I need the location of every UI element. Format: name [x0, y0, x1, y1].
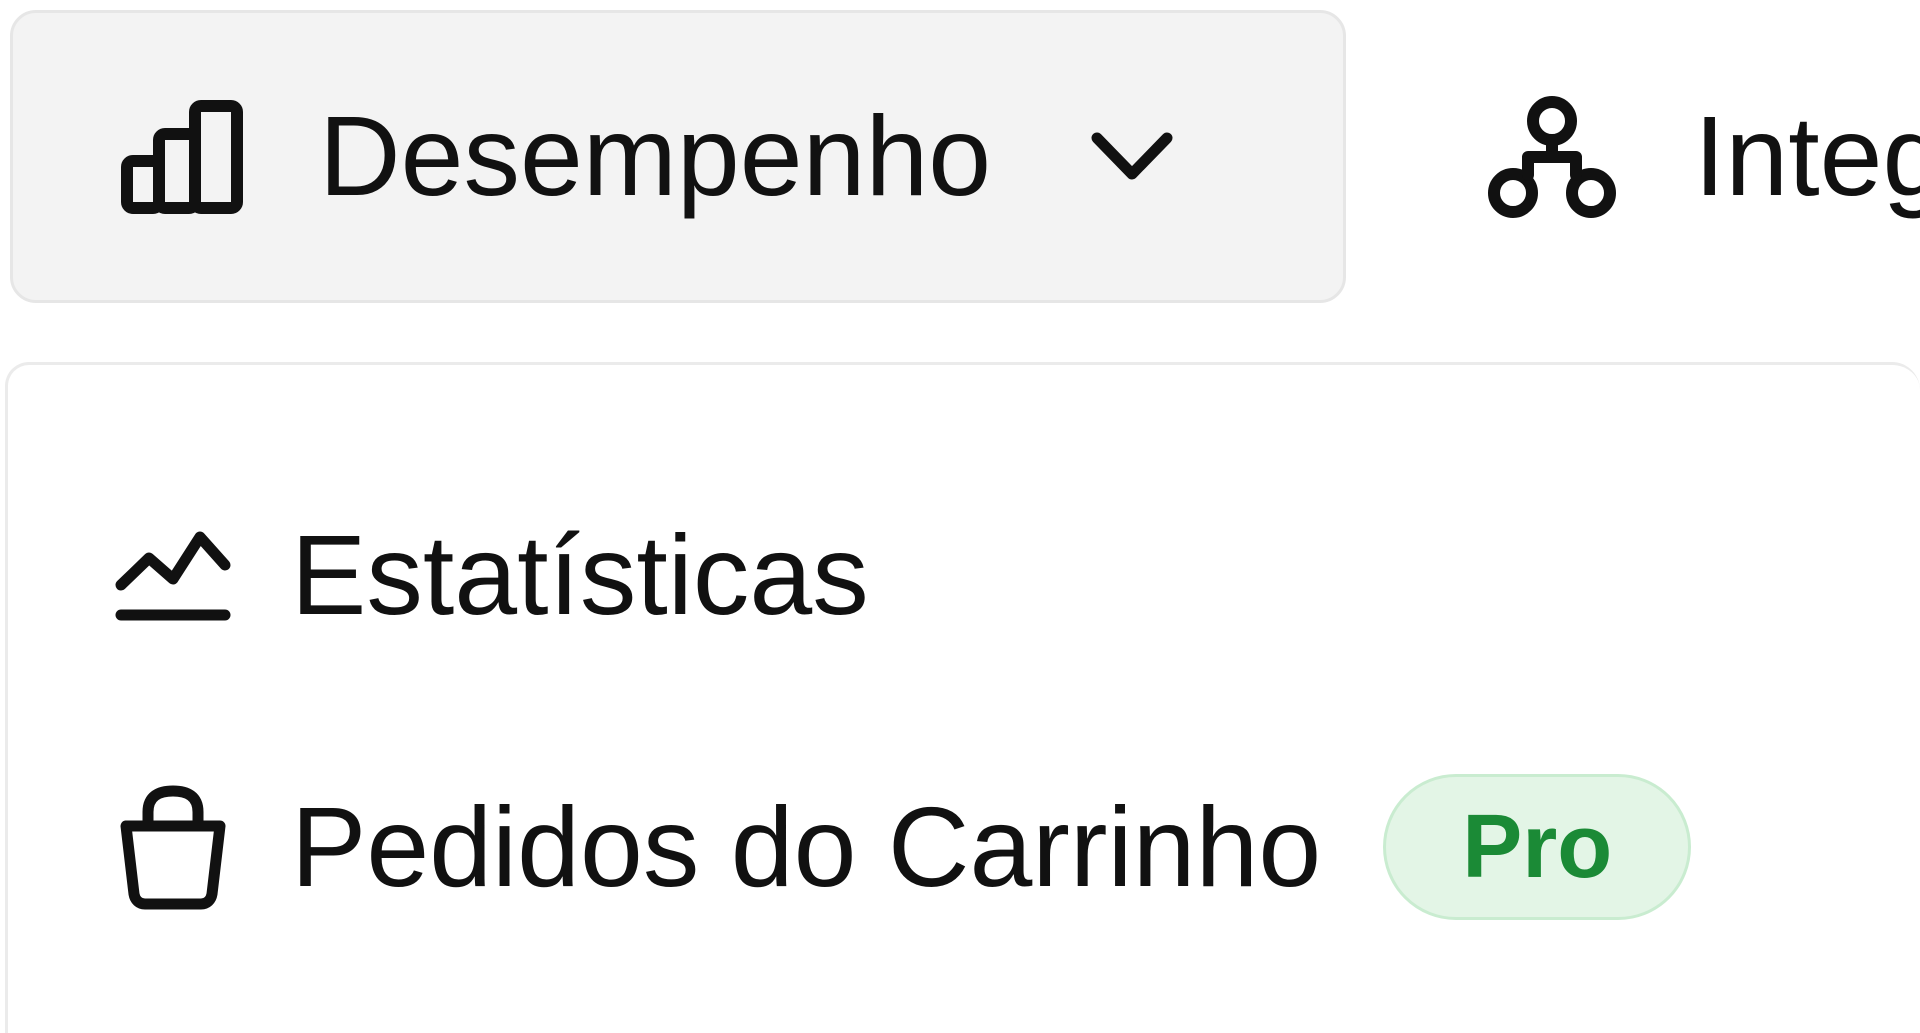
shopping-bag-icon [115, 784, 231, 910]
menu-item-cart-orders[interactable]: Pedidos do Carrinho Pro [115, 774, 1692, 920]
nav-item-performance-label: Desempenho [319, 93, 992, 219]
nav-item-performance[interactable]: Desempenho [10, 10, 1346, 303]
menu-item-cart-orders-label: Pedidos do Carrinho [291, 783, 1322, 910]
chevron-down-icon [1089, 128, 1175, 186]
bar-chart-icon [119, 98, 247, 216]
nav-item-integrations-label: Integ [1694, 93, 1920, 219]
screen: Desempenho Integ Estatísticas Pedidos do… [0, 0, 1920, 1033]
pro-badge: Pro [1383, 774, 1692, 920]
dropdown-panel [5, 362, 1920, 1033]
integrations-icon [1488, 95, 1616, 219]
nav-item-integrations[interactable]: Integ [1488, 10, 1920, 303]
menu-item-statistics-label: Estatísticas [291, 511, 869, 638]
menu-item-statistics[interactable]: Estatísticas [115, 510, 869, 640]
line-chart-icon [115, 525, 231, 625]
